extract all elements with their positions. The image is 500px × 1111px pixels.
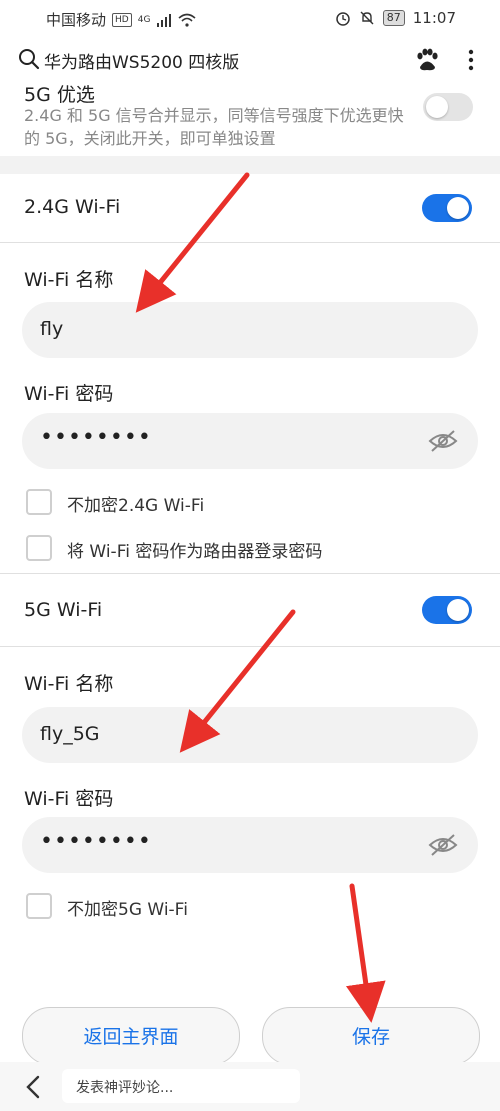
use-as-admin-password-checkbox[interactable]	[26, 535, 52, 561]
save-button[interactable]: 保存	[262, 1007, 480, 1065]
status-left: 中国移动 HD 4G	[46, 9, 196, 30]
wifi-5-password-value: ••••••••	[40, 829, 152, 854]
more-options-icon[interactable]	[466, 48, 476, 72]
comment-bar: 发表神评妙论...	[0, 1062, 500, 1111]
wifi-24-password-input[interactable]: ••••••••	[22, 413, 478, 469]
no-encrypt-24-label: 不加密2.4G Wi-Fi	[67, 496, 205, 516]
toggle-knob	[447, 599, 469, 621]
network-type: 4G	[137, 14, 151, 25]
search-icon[interactable]	[18, 48, 40, 70]
wifi-24-name-value: fly	[40, 318, 64, 340]
back-home-label: 返回主界面	[83, 1026, 179, 1048]
wifi-24-title: 2.4G Wi-Fi	[24, 196, 121, 218]
status-bar: 中国移动 HD 4G 87 11:07	[0, 0, 500, 38]
wifi-24-name-input[interactable]: fly	[22, 302, 478, 358]
smart-5g-title: 5G 优选	[24, 84, 95, 106]
no-encrypt-5-label: 不加密5G Wi-Fi	[67, 900, 188, 920]
eye-hidden-icon[interactable]	[428, 428, 458, 454]
eye-hidden-icon[interactable]	[428, 832, 458, 858]
smart-5g-description: 2.4G 和 5G 信号合并显示，同等信号强度下优选更快的 5G，关闭此开关，即…	[24, 106, 404, 148]
back-chevron-icon[interactable]	[24, 1074, 42, 1100]
hd-badge: HD	[112, 12, 132, 27]
smart-5g-section: 5G 优选 2.4G 和 5G 信号合并显示，同等信号强度下优选更快的 5G，关…	[0, 82, 500, 156]
wifi-24-header: 2.4G Wi-Fi	[0, 174, 500, 242]
toggle-knob	[426, 96, 448, 118]
no-encrypt-5-checkbox[interactable]	[26, 893, 52, 919]
alarm-icon	[336, 12, 350, 26]
wifi-5-title: 5G Wi-Fi	[24, 599, 103, 621]
divider	[0, 646, 500, 647]
wifi-24-name-label: Wi-Fi 名称	[24, 269, 114, 291]
wifi-5-name-label: Wi-Fi 名称	[24, 673, 114, 695]
wifi-5-toggle[interactable]	[422, 596, 472, 624]
clock: 11:07	[412, 9, 456, 27]
wifi-5-password-label: Wi-Fi 密码	[24, 788, 114, 810]
wifi-5-name-value: fly_5G	[40, 723, 100, 745]
wifi-5-header: 5G Wi-Fi	[0, 574, 500, 646]
divider	[0, 242, 500, 243]
wifi-5-name-input[interactable]: fly_5G	[22, 707, 478, 763]
comment-placeholder: 发表神评妙论...	[76, 1080, 174, 1096]
wifi-5-password-input[interactable]: ••••••••	[22, 817, 478, 873]
arrow-to-save-button	[345, 883, 386, 1023]
wifi-24-password-value: ••••••••	[40, 425, 152, 450]
wifi-24-toggle[interactable]	[422, 194, 472, 222]
status-right: 87 11:07	[335, 9, 456, 27]
smart-5g-toggle[interactable]	[423, 93, 473, 121]
page-title[interactable]: 华为路由WS5200 四核版	[44, 48, 239, 73]
battery-indicator: 87	[382, 10, 405, 26]
comment-input[interactable]: 发表神评妙论...	[62, 1069, 300, 1103]
no-encrypt-24-checkbox[interactable]	[26, 489, 52, 515]
carrier-name: 中国移动	[46, 11, 107, 29]
toggle-knob	[447, 197, 469, 219]
app-header: 华为路由WS5200 四核版	[0, 38, 500, 82]
wifi-24-password-label: Wi-Fi 密码	[24, 383, 114, 405]
back-home-button[interactable]: 返回主界面	[22, 1007, 240, 1065]
baidu-paw-icon[interactable]	[414, 47, 440, 73]
wifi-icon	[178, 13, 196, 27]
section-gap	[0, 156, 500, 174]
save-label: 保存	[351, 1026, 390, 1048]
use-as-admin-password-label: 将 Wi-Fi 密码作为路由器登录密码	[67, 542, 323, 562]
signal-icon	[157, 13, 172, 27]
mute-icon	[360, 11, 374, 25]
